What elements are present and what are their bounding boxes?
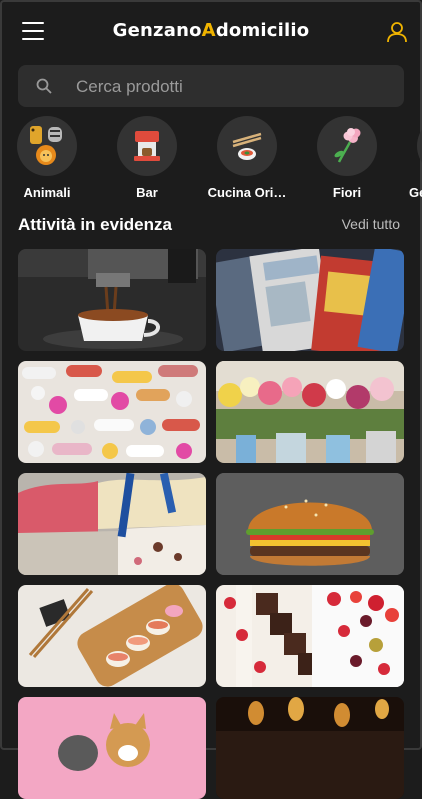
category-ge[interactable]: Ge: [397, 114, 422, 200]
logo-text-start: Genzano: [112, 20, 202, 41]
flower-icon: [317, 116, 377, 176]
search-bar[interactable]: [18, 65, 404, 109]
category-icon: [417, 116, 422, 176]
search-icon: [36, 78, 52, 94]
category-bar[interactable]: Bar: [97, 114, 197, 200]
search-input[interactable]: [74, 65, 388, 109]
category-label: Animali: [23, 185, 71, 200]
category-label: Fiori: [332, 185, 362, 200]
category-carousel[interactable]: Animali Bar Cucina Ori… Fiori G: [0, 114, 422, 204]
tile-gelato-photo[interactable]: [18, 473, 206, 575]
user-icon[interactable]: [386, 21, 408, 43]
see-all-link[interactable]: Vedi tutto: [342, 216, 400, 232]
tile-comics-photo[interactable]: [216, 249, 404, 351]
category-label: Ge: [409, 185, 422, 200]
coffee-machine-icon: [117, 116, 177, 176]
category-cucina-orientale[interactable]: Cucina Ori…: [197, 114, 297, 200]
tile-sushi-photo[interactable]: [18, 585, 206, 687]
category-label: Bar: [136, 185, 158, 200]
tile-burger-photo[interactable]: [216, 473, 404, 575]
app-header: GenzanoAdomicilio: [0, 0, 422, 62]
sushi-chopsticks-icon: [217, 116, 277, 176]
category-fiori[interactable]: Fiori: [297, 114, 397, 200]
tile-candles-photo[interactable]: [216, 697, 404, 799]
logo-text-end: domicilio: [215, 20, 310, 41]
tile-flowers-photo[interactable]: [216, 361, 404, 463]
section-title: Attività in evidenza: [18, 215, 172, 234]
category-animali[interactable]: Animali: [0, 114, 97, 200]
tile-pills-photo[interactable]: [18, 361, 206, 463]
tile-espresso-photo[interactable]: [18, 249, 206, 351]
category-label: Cucina Ori…: [207, 185, 287, 200]
animals-icon: [17, 116, 77, 176]
app-logo[interactable]: GenzanoAdomicilio: [0, 20, 422, 41]
tile-dogs-photo[interactable]: [18, 697, 206, 799]
logo-text-accent: A: [201, 20, 216, 41]
tile-pastries-photo[interactable]: [216, 585, 404, 687]
